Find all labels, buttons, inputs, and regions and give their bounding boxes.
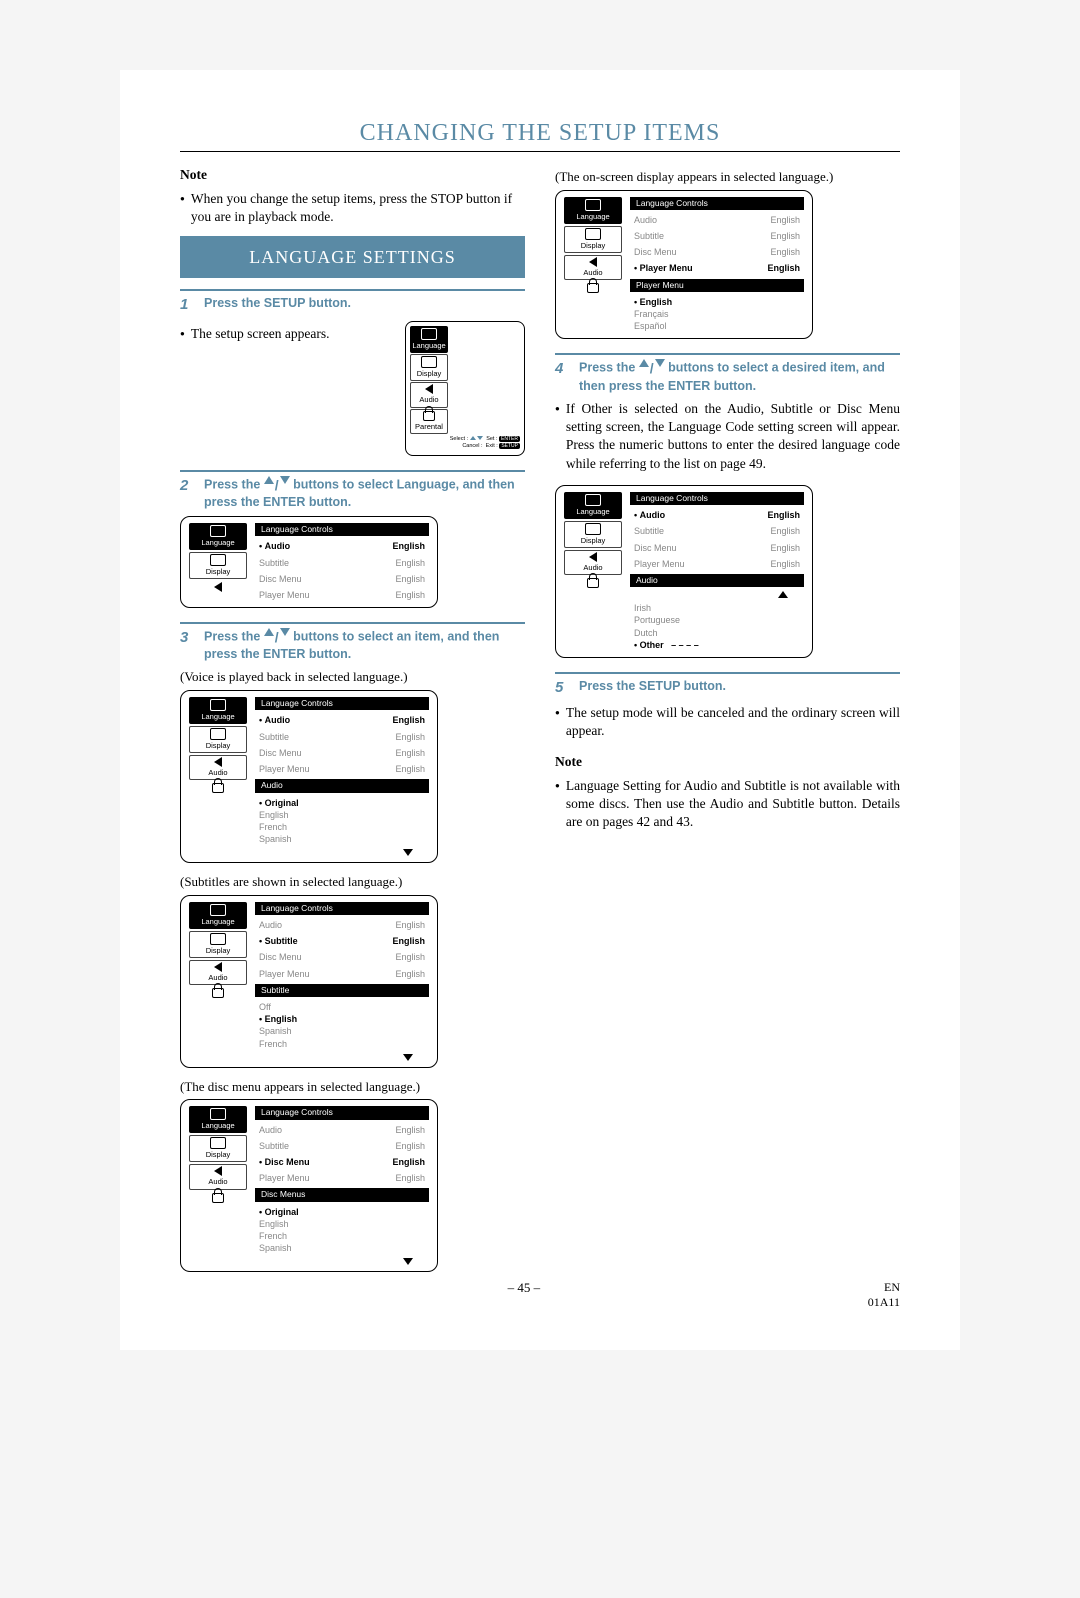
mini-tab-display: Display (410, 354, 448, 381)
page-code: EN01A11 (868, 1280, 900, 1310)
tab-display: Display (189, 1135, 247, 1162)
tab-audio: Audio (189, 1164, 247, 1189)
step-divider (555, 672, 900, 674)
step4-paragraph: If Other is selected on the Audio, Subti… (555, 400, 900, 473)
step-number: 1 (180, 295, 194, 315)
step-number: 4 (555, 359, 569, 379)
page-title: CHANGING THE SETUP ITEMS (180, 120, 900, 151)
tab-parental (189, 1192, 247, 1204)
setup-screen-thumb: Language Display Audio Parental Select :… (405, 321, 525, 455)
osd-language-default: Language Display Language Controls Audio… (180, 516, 438, 608)
scroll-down-icon (403, 1258, 413, 1265)
step-2: 2 Press the / buttons to select Language… (180, 476, 525, 510)
note-heading-2: Note (555, 753, 900, 771)
tab-display: Display (189, 726, 247, 753)
tab-display: Display (189, 931, 247, 958)
note-heading: Note (180, 166, 525, 184)
mini-footer: Select : Set : ENTER Cancel : Exit : SET… (410, 436, 520, 451)
tab-language: Language (564, 492, 622, 519)
right-note-bullet: Language Setting for Audio and Subtitle … (555, 777, 900, 832)
tab-language: Language (564, 197, 622, 224)
mini-tab-parental: Parental (410, 409, 448, 434)
step-number: 3 (180, 628, 194, 648)
tab-parental (564, 577, 622, 589)
scroll-down-icon (403, 849, 413, 856)
two-column-layout: Note When you change the setup items, pr… (180, 162, 900, 1282)
page-number: – 45 – (508, 1280, 541, 1310)
step-4-text: Press the / buttons to select a desired … (579, 359, 900, 393)
caption-discmenu: (The disc menu appears in selected langu… (180, 1078, 525, 1096)
tab-audio: Audio (564, 255, 622, 280)
step-divider (555, 353, 900, 355)
step-3: 3 Press the / buttons to select an item,… (180, 628, 525, 662)
tab-language: Language (189, 523, 247, 550)
tab-audio (189, 581, 247, 593)
updown-icon: / (264, 628, 290, 646)
tab-language: Language (189, 697, 247, 724)
step4-text: If Other is selected on the Audio, Subti… (566, 400, 900, 473)
osd-discmenu: Language Display Audio Language Controls… (180, 1099, 438, 1272)
step-1-text: Press the SETUP button. (204, 295, 525, 311)
step-divider (180, 470, 525, 472)
updown-icon: / (639, 359, 665, 377)
tab-language: Language (189, 1106, 247, 1133)
osd-subtitle: Language Display Audio Language Controls… (180, 895, 438, 1068)
panel-title: Language Controls (255, 523, 429, 536)
intro-bullet: When you change the setup items, press t… (180, 190, 525, 226)
step-divider (180, 622, 525, 624)
osd-audio: Language Display Audio Language Controls… (180, 690, 438, 863)
step-5-text: Press the SETUP button. (579, 678, 900, 694)
intro-text: When you change the setup items, press t… (191, 190, 525, 226)
mini-tab-audio: Audio (410, 382, 448, 407)
tab-audio: Audio (189, 755, 247, 780)
manual-page: CHANGING THE SETUP ITEMS Note When you c… (120, 70, 960, 1350)
step-number: 2 (180, 476, 194, 496)
step-3-text: Press the / buttons to select an item, a… (204, 628, 525, 662)
tab-display: Display (564, 226, 622, 253)
step1-note-text: The setup screen appears. (191, 325, 330, 343)
right-column: (The on-screen display appears in select… (555, 162, 900, 1282)
tab-language: Language (189, 902, 247, 929)
section-banner: LANGUAGE SETTINGS (180, 239, 525, 275)
step1-note: The setup screen appears. (180, 325, 395, 343)
osd-audio-other: Language Display Audio Language Controls… (555, 485, 813, 658)
step-number: 5 (555, 678, 569, 698)
osd-playermenu: Language Display Audio Language Controls… (555, 190, 813, 340)
step-1: 1 Press the SETUP button. (180, 295, 525, 315)
left-column: Note When you change the setup items, pr… (180, 162, 525, 1282)
updown-icon: / (264, 476, 290, 494)
step-divider (180, 289, 525, 291)
step-5: 5 Press the SETUP button. (555, 678, 900, 698)
caption-subtitle: (Subtitles are shown in selected languag… (180, 873, 525, 891)
step5-paragraph: The setup mode will be canceled and the … (555, 704, 900, 740)
tab-audio: Audio (564, 550, 622, 575)
mini-tab-language: Language (410, 326, 448, 353)
caption-playermenu: (The on-screen display appears in select… (555, 168, 900, 186)
page-footer: – 45 – EN01A11 (180, 1280, 900, 1310)
scroll-down-icon (403, 1054, 413, 1061)
tab-parental (189, 782, 247, 794)
tab-display: Display (189, 552, 247, 579)
scroll-up-icon (778, 591, 788, 598)
tab-display: Display (564, 521, 622, 548)
caption-voice: (Voice is played back in selected langua… (180, 668, 525, 686)
step-4: 4 Press the / buttons to select a desire… (555, 359, 900, 393)
step-2-text: Press the / buttons to select Language, … (204, 476, 525, 510)
tab-parental (564, 282, 622, 294)
tab-parental (189, 987, 247, 999)
tab-audio: Audio (189, 960, 247, 985)
title-underline (180, 151, 900, 152)
